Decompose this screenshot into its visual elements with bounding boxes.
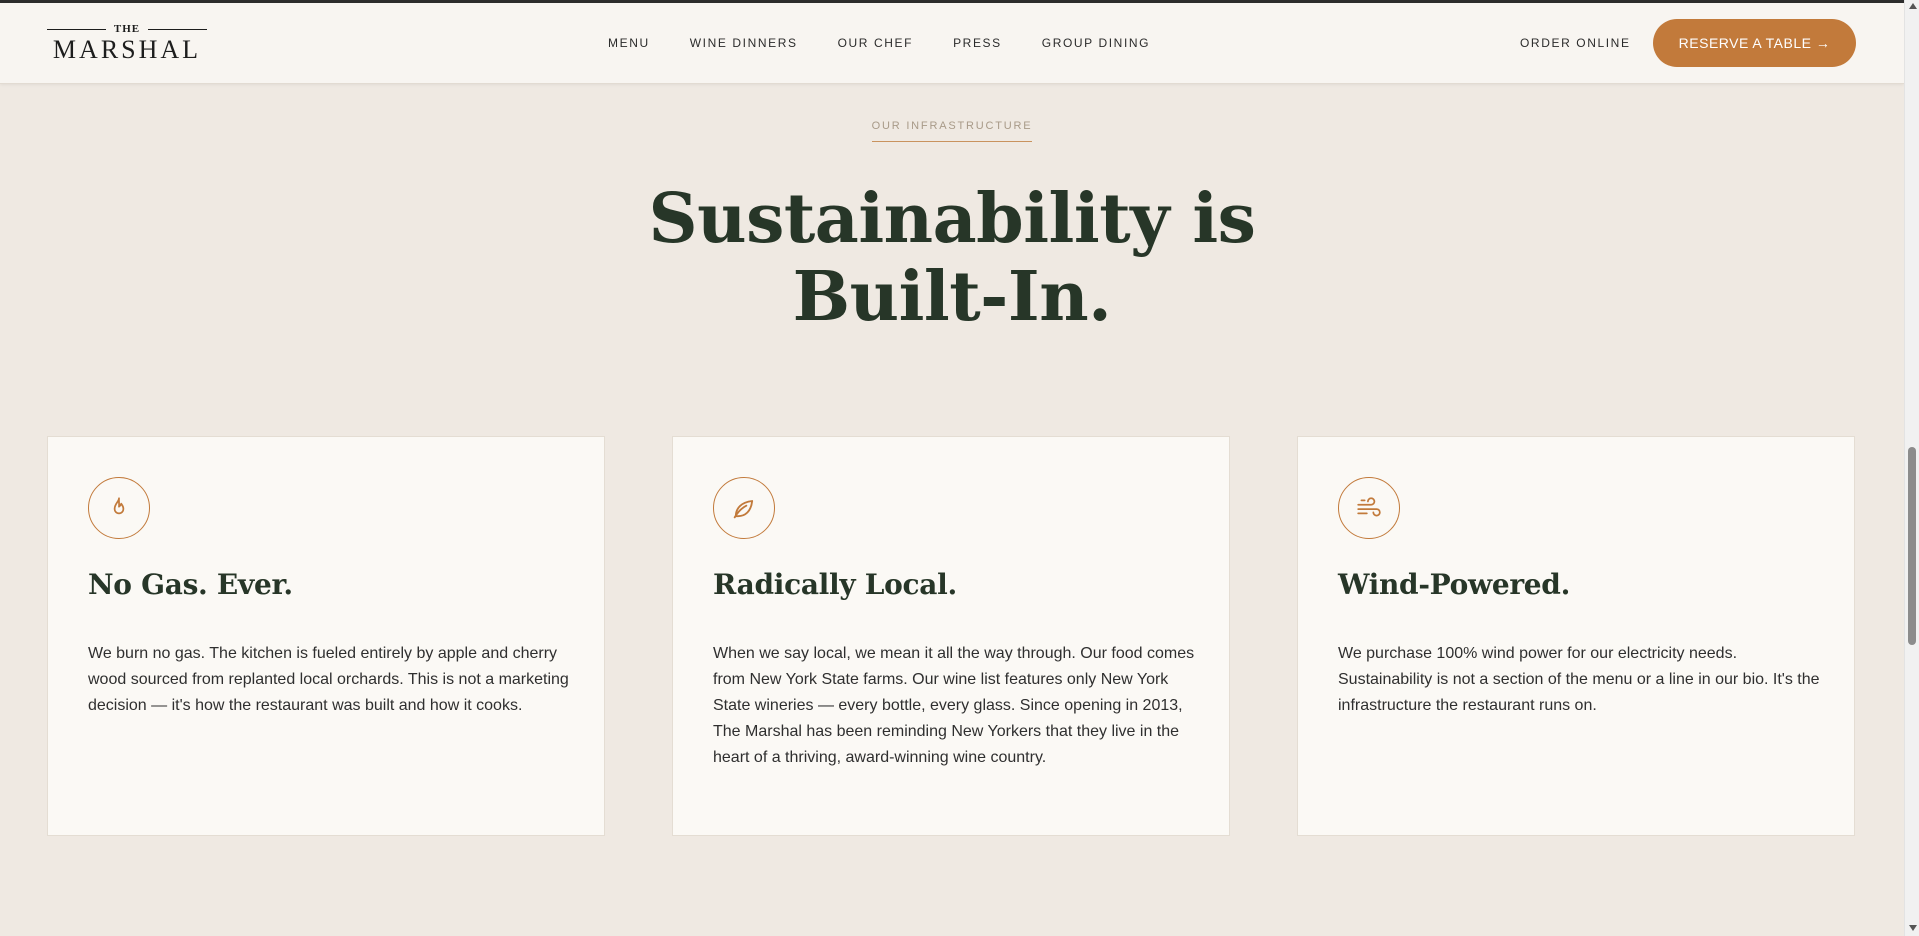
section-eyebrow-wrap: OUR INFRASTRUCTURE: [0, 116, 1904, 142]
section-headline: Sustainability is Built-In.: [0, 180, 1904, 336]
scroll-thumb[interactable]: [1908, 447, 1916, 645]
flame-icon: [88, 477, 150, 539]
nav-item-menu[interactable]: MENU: [608, 36, 650, 50]
logo-top-row: THE: [47, 22, 208, 36]
reserve-table-button[interactable]: RESERVE A TABLE →: [1653, 19, 1856, 67]
card-body: When we say local, we mean it all the wa…: [713, 645, 1195, 766]
headline-line-1: Sustainability is: [648, 179, 1256, 259]
scroll-down-icon[interactable]: [1909, 925, 1917, 931]
card-title: Radically Local.: [713, 568, 957, 601]
main-nav: MENU WINE DINNERS OUR CHEF PRESS GROUP D…: [608, 36, 1190, 50]
leaf-icon: [713, 477, 775, 539]
feature-card-radically-local: Radically Local. When we say local, we m…: [672, 436, 1230, 836]
card-title: No Gas. Ever.: [88, 568, 293, 601]
card-body: We burn no gas. The kitchen is fueled en…: [88, 645, 569, 714]
scroll-up-icon[interactable]: [1909, 3, 1917, 9]
site-header: THE MARSHAL MENU WINE DINNERS OUR CHEF P…: [0, 3, 1904, 84]
logo-the: THE: [113, 23, 141, 35]
feature-card-wind-powered: Wind-Powered. We purchase 100% wind powe…: [1297, 436, 1855, 836]
headline-line-2: Built-In.: [792, 257, 1112, 337]
logo-rule-left: [47, 28, 106, 30]
nav-item-our-chef[interactable]: OUR CHEF: [838, 36, 913, 50]
feature-card-no-gas: No Gas. Ever. We burn no gas. The kitche…: [47, 436, 605, 836]
section-eyebrow: OUR INFRASTRUCTURE: [871, 120, 1033, 142]
nav-item-press[interactable]: PRESS: [953, 36, 1002, 50]
card-body: We purchase 100% wind power for our elec…: [1338, 645, 1820, 714]
logo-rule-right: [148, 28, 208, 30]
logo[interactable]: THE MARSHAL: [47, 22, 208, 66]
nav-item-group-dining[interactable]: GROUP DINING: [1042, 36, 1150, 50]
card-title: Wind-Powered.: [1338, 568, 1571, 601]
page-scrollbar[interactable]: [1904, 0, 1919, 936]
nav-item-wine-dinners[interactable]: WINE DINNERS: [690, 36, 798, 50]
order-online-link[interactable]: ORDER ONLINE: [1520, 36, 1631, 50]
wind-icon: [1338, 477, 1400, 539]
logo-name: MARSHAL: [52, 35, 202, 64]
